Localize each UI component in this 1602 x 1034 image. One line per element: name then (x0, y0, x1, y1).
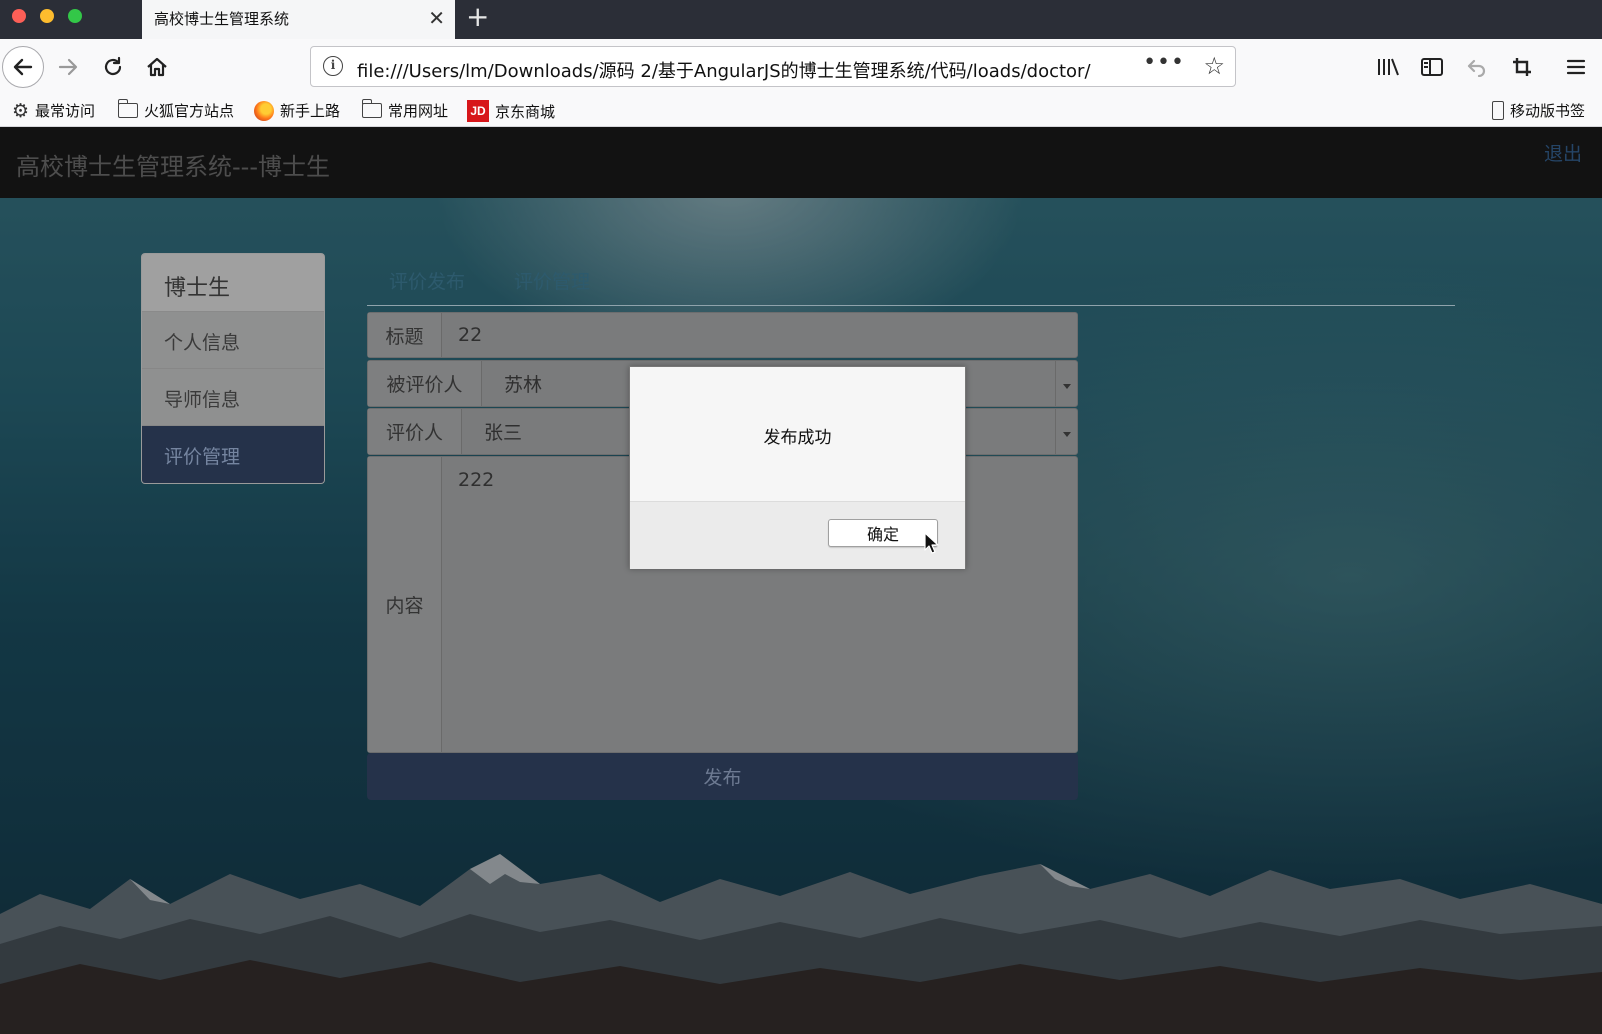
sidebar-heading: 博士生 (142, 254, 324, 312)
reload-icon (104, 56, 122, 76)
mobile-phone-icon (1492, 101, 1504, 120)
forward-button[interactable] (50, 49, 86, 85)
bookmark-label: 最常访问 (35, 102, 96, 120)
publish-button[interactable]: 发布 (367, 753, 1078, 800)
bookmark-label: 移动版书签 (1510, 102, 1586, 120)
bookmark-most-visited[interactable]: ⚙ 最常访问 (12, 100, 95, 121)
bookmark-label: 常用网址 (388, 102, 449, 120)
browser-titlebar: 高校博士生管理系统 ✕ + (0, 0, 1602, 39)
bookmark-label: 火狐官方站点 (144, 102, 235, 120)
gear-icon: ⚙ (12, 99, 30, 122)
bookmark-common-sites[interactable]: 常用网址 (361, 99, 449, 121)
minimize-window-button[interactable] (40, 9, 54, 23)
screenshot-button[interactable] (1504, 49, 1540, 85)
site-info-icon[interactable]: i (323, 56, 343, 76)
content-tabs: 评价发布 评价管理 (367, 267, 1455, 306)
reload-button[interactable] (95, 49, 131, 85)
sidebar-item-personal-info[interactable]: 个人信息 (142, 312, 324, 369)
title-label: 标题 (368, 313, 442, 357)
folder-icon (361, 99, 382, 118)
title-field-group: 标题 22 (367, 312, 1078, 358)
tab-title: 高校博士生管理系统 (154, 10, 290, 28)
sidebar-icon (1421, 58, 1443, 76)
close-window-button[interactable] (12, 9, 26, 23)
back-button[interactable] (2, 46, 44, 88)
alert-footer: 确定 (630, 501, 965, 569)
browser-tab[interactable]: 高校博士生管理系统 ✕ (142, 0, 455, 39)
mouse-cursor-icon (924, 532, 939, 554)
evaluatee-dropdown-toggle[interactable] (1055, 361, 1077, 406)
bookmark-label: 京东商城 (495, 102, 556, 121)
home-icon (147, 57, 167, 77)
bookmarks-toolbar: ⚙ 最常访问 火狐官方站点 新手上路 常用网址 JD 京东商城 移动版书签 (0, 94, 1602, 127)
undo-button[interactable] (1459, 49, 1495, 85)
address-bar[interactable]: i file:///Users/lm/Downloads/源码 2/基于Angu… (310, 46, 1236, 87)
bookmark-label: 新手上路 (280, 102, 341, 120)
bookmark-getting-started[interactable]: 新手上路 (254, 100, 340, 121)
sidebar-nav: 博士生 个人信息 导师信息 评价管理 (141, 253, 325, 484)
caret-down-icon (1063, 383, 1071, 389)
caret-down-icon (1063, 431, 1071, 437)
crop-icon (1513, 58, 1531, 76)
new-tab-button[interactable]: + (466, 1, 489, 33)
alert-message: 发布成功 (763, 428, 832, 448)
alert-dialog: 发布成功 确定 (629, 366, 966, 569)
sidebar-item-advisor-info[interactable]: 导师信息 (142, 369, 324, 426)
undo-icon (1467, 59, 1486, 77)
library-icon (1378, 58, 1399, 76)
page-viewport: 高校博士生管理系统---博士生 退出 博士生 个人信息 导师信息 评价管理 评价… (0, 127, 1602, 1034)
tab-evaluation-management[interactable]: 评价管理 (514, 267, 590, 294)
title-input[interactable]: 22 (442, 313, 1077, 357)
jd-logo-icon: JD (467, 100, 489, 122)
folder-icon (117, 99, 138, 118)
bookmark-jd-mall[interactable]: JD 京东商城 (467, 100, 555, 122)
sidebar-toggle-button[interactable] (1414, 49, 1450, 85)
zoom-window-button[interactable] (68, 9, 82, 23)
close-tab-icon[interactable]: ✕ (428, 4, 445, 32)
home-button[interactable] (139, 49, 175, 85)
firefox-icon (254, 100, 274, 121)
bookmark-star-icon[interactable]: ☆ (1203, 52, 1225, 80)
url-text[interactable]: file:///Users/lm/Downloads/源码 2/基于Angula… (357, 57, 1117, 83)
ok-button[interactable]: 确定 (828, 519, 938, 547)
back-arrow-icon (13, 58, 33, 76)
content-label: 内容 (368, 457, 442, 752)
browser-toolbar: i file:///Users/lm/Downloads/源码 2/基于Angu… (0, 39, 1602, 94)
evaluator-dropdown-toggle[interactable] (1055, 409, 1077, 454)
sidebar-item-evaluation-management[interactable]: 评价管理 (142, 426, 324, 483)
page-actions-icon[interactable]: ••• (1143, 50, 1185, 75)
forward-arrow-icon (58, 58, 78, 76)
tab-publish-evaluation[interactable]: 评价发布 (389, 267, 465, 294)
library-button[interactable] (1370, 49, 1406, 85)
mobile-bookmarks[interactable]: 移动版书签 (1492, 100, 1585, 121)
hamburger-icon (1566, 59, 1586, 75)
menu-button[interactable] (1558, 49, 1594, 85)
evaluator-label: 评价人 (368, 409, 462, 454)
bookmark-firefox-official[interactable]: 火狐官方站点 (117, 99, 235, 121)
evaluatee-label: 被评价人 (368, 361, 482, 406)
